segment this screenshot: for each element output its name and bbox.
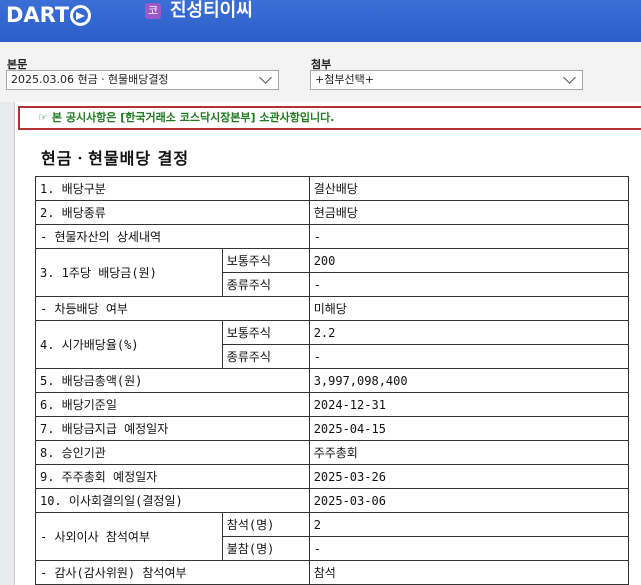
row-value: 2024-12-31 — [308, 392, 630, 417]
row-sublabel: 보통주식 — [221, 320, 310, 345]
row-label: 7. 배당금지급 예정일자 — [35, 416, 310, 441]
dart-logo[interactable]: DART — [6, 2, 92, 28]
row-label: - 감사(감사위원) 참석여부 — [35, 560, 310, 585]
row-label: - 현물자산의 상세내역 — [35, 224, 310, 249]
chevron-down-icon — [259, 71, 272, 84]
row-label: - 차등배당 여부 — [35, 296, 310, 321]
table-row: 9. 주주총회 예정일자 2025-03-26 — [35, 464, 630, 489]
body-select[interactable]: 2025.03.06 현금ㆍ현물배당결정 — [6, 70, 279, 90]
table-row: - 감사(감사위원) 참석여부 참석 — [35, 560, 630, 585]
row-label: 2. 배당종류 — [35, 200, 310, 225]
row-value: - — [308, 344, 630, 369]
logo-text: DART — [6, 3, 70, 27]
table-row: 4. 시가배당율(%) 보통주식 2.2 — [35, 320, 630, 369]
table-row: 1. 배당구분 결산배당 — [35, 176, 630, 201]
row-sublabel: 종류주식 — [221, 272, 310, 297]
table-row: - 현물자산의 상세내역 - — [35, 224, 630, 249]
row-value: 2025-04-15 — [308, 416, 630, 441]
row-label: 9. 주주총회 예정일자 — [35, 464, 310, 489]
table-row: - 차등배당 여부 미해당 — [35, 296, 630, 321]
row-label: 8. 승인기관 — [35, 440, 310, 465]
row-value: 참석 — [308, 560, 630, 585]
row-value: 2.2 — [308, 320, 630, 345]
row-value: 2025-03-06 — [308, 488, 630, 513]
row-value: 미해당 — [308, 296, 630, 321]
jurisdiction-notice: ☞ 본 공시사항은 [한국거래소 코스닥시장본부] 소관사항입니다. — [18, 106, 641, 130]
table-row: - 사외이사 참석여부 참석(명) 2 — [35, 512, 630, 561]
pointing-hand-icon: ☞ — [38, 111, 48, 124]
table-row: 10. 이사회결의일(결정일) 2025-03-06 — [35, 488, 630, 513]
row-sublabel: 종류주식 — [221, 344, 310, 369]
market-badge: 코 — [145, 3, 161, 19]
row-value: 주주총회 — [308, 440, 630, 465]
table-row: 7. 배당금지급 예정일자 2025-04-15 — [35, 416, 630, 441]
document-selector-bar: 본문 2025.03.06 현금ㆍ현물배당결정 첨부 +첨부선택+ — [0, 42, 641, 102]
row-value: 2025-03-26 — [308, 464, 630, 489]
company-name: 진성티이씨 — [170, 0, 253, 21]
top-header: DART 코 진성티이씨 — [0, 0, 641, 42]
table-row: 6. 배당기준일 2024-12-31 — [35, 392, 630, 417]
row-value: 현금배당 — [308, 200, 630, 225]
row-label: 10. 이사회결의일(결정일) — [35, 488, 310, 513]
row-sublabel: 불참(명) — [221, 536, 310, 561]
row-label: 6. 배당기준일 — [35, 392, 310, 417]
row-value: - — [308, 536, 630, 561]
row-value: - — [308, 272, 630, 297]
document-title: 현금ㆍ현물배당 결정 — [41, 149, 190, 168]
row-sublabel: 참석(명) — [221, 512, 310, 537]
row-value: 3,997,098,400 — [308, 368, 630, 393]
row-label: 4. 시가배당율(%) — [35, 320, 223, 369]
row-value: - — [308, 224, 630, 249]
attach-select[interactable]: +첨부선택+ — [310, 70, 583, 90]
row-sublabel: 보통주식 — [221, 248, 310, 273]
attach-select-value: +첨부선택+ — [315, 73, 374, 86]
table-row: 5. 배당금총액(원) 3,997,098,400 — [35, 368, 630, 393]
row-label: 5. 배당금총액(원) — [35, 368, 310, 393]
table-row: 8. 승인기관 주주총회 — [35, 440, 630, 465]
row-value: 2 — [308, 512, 630, 537]
notice-text: 본 공시사항은 [한국거래소 코스닥시장본부] 소관사항입니다. — [51, 111, 335, 124]
table-row: 3. 1주당 배당금(원) 보통주식 200 — [35, 248, 630, 297]
row-label: - 사외이사 참석여부 — [35, 512, 223, 561]
row-value: 200 — [308, 248, 630, 273]
body-select-value: 2025.03.06 현금ㆍ현물배당결정 — [11, 73, 169, 86]
row-value: 결산배당 — [308, 176, 630, 201]
dividend-table: 1. 배당구분 결산배당 2. 배당종류 현금배당 - 현물자산의 상세내역 -… — [35, 176, 630, 585]
row-label: 1. 배당구분 — [35, 176, 310, 201]
logo-arrow-icon — [70, 4, 92, 26]
table-row: 2. 배당종류 현금배당 — [35, 200, 630, 225]
row-label: 3. 1주당 배당금(원) — [35, 248, 223, 297]
chevron-down-icon — [563, 71, 576, 84]
